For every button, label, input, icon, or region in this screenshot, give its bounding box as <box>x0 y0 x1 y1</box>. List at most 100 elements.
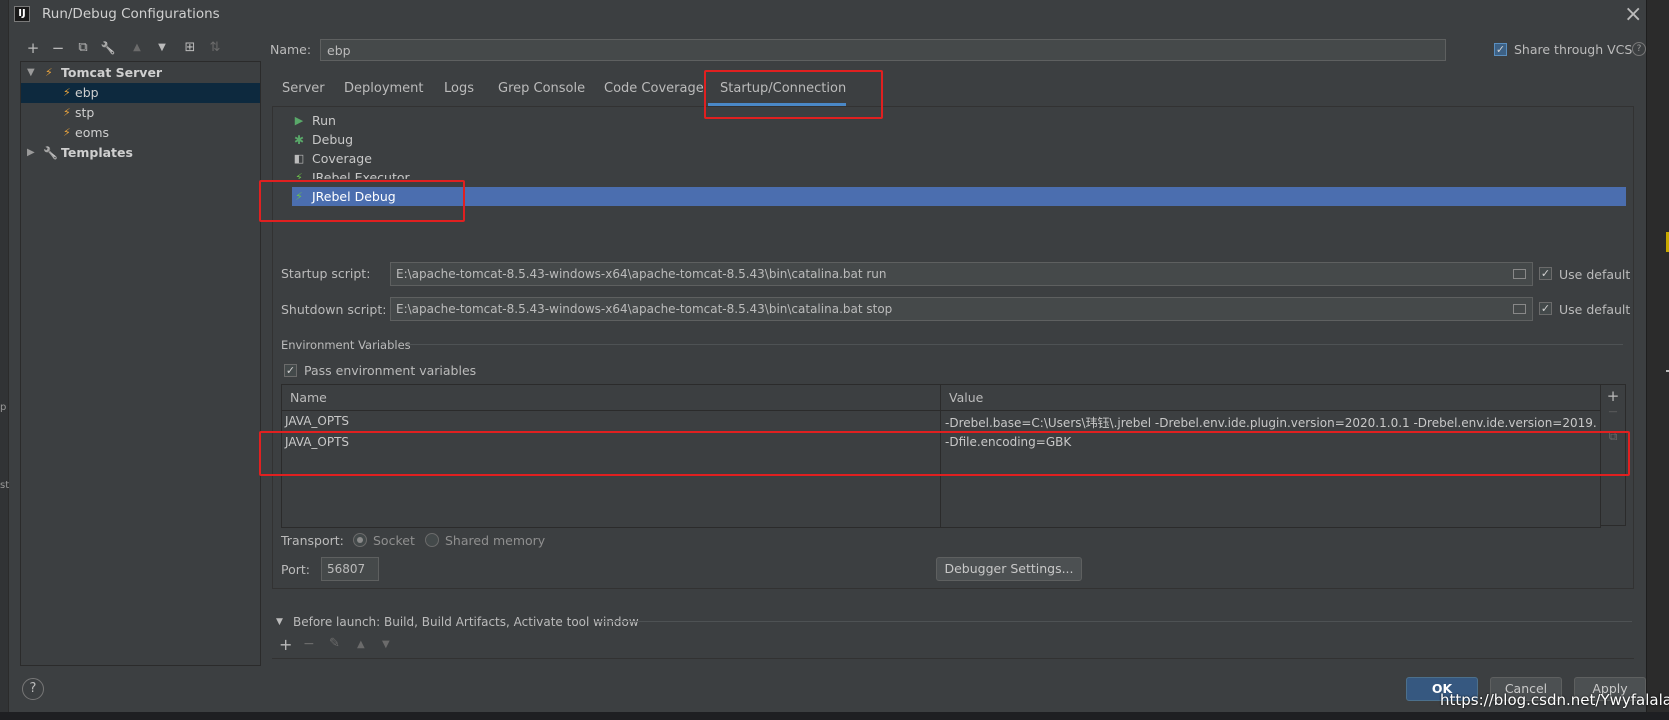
move-down-icon[interactable]: ▼ <box>153 38 171 58</box>
shutdown-script-field[interactable]: E:\apache-tomcat-8.5.43-windows-x64\apac… <box>390 297 1533 321</box>
share-vcs-label: Share through VCS <box>1514 42 1633 57</box>
executor-jrebel-debug[interactable]: ⚡ JRebel Debug <box>292 187 1626 206</box>
tree-group-label: Tomcat Server <box>61 65 163 80</box>
tomcat-icon: ⚡ <box>63 106 71 119</box>
annotation-box-tab <box>704 70 883 119</box>
tree-group-templates[interactable]: ▶ 🔧 Templates <box>21 143 260 163</box>
env-row-name[interactable]: JAVA_OPTS <box>285 414 349 428</box>
add-icon[interactable]: + <box>279 635 292 654</box>
tree-group-label: Templates <box>61 145 133 160</box>
annotation-box-env-row <box>259 431 1630 476</box>
background-editor-edge: p st <box>0 0 9 712</box>
section-divider <box>272 658 1634 659</box>
before-launch-label[interactable]: Before launch: Build, Build Artifacts, A… <box>293 615 639 629</box>
tree-item-eoms[interactable]: ⚡ eoms <box>21 123 260 143</box>
socket-label: Socket <box>373 533 415 548</box>
folder-icon[interactable] <box>1513 269 1526 279</box>
debugger-settings-button[interactable]: Debugger Settings... <box>936 557 1082 581</box>
tree-group-tomcat-server[interactable]: ▼ ⚡ Tomcat Server <box>21 63 260 83</box>
pass-env-label: Pass environment variables <box>304 363 477 378</box>
executor-coverage[interactable]: ◧ Coverage <box>292 149 1626 168</box>
tab-code-coverage[interactable]: Code Coverage <box>604 81 704 96</box>
tomcat-icon: ⚡ <box>45 66 53 79</box>
coverage-icon: ◧ <box>293 152 305 165</box>
executor-run[interactable]: ▶ Run <box>292 111 1626 130</box>
tree-item-ebp[interactable]: ⚡ ebp <box>21 83 260 103</box>
window-title: Run/Debug Configurations <box>42 6 220 22</box>
tree-item-label: ebp <box>75 85 99 100</box>
shared-memory-label: Shared memory <box>445 533 546 548</box>
copy-icon[interactable]: ⧉ <box>74 38 92 58</box>
sort-icon[interactable]: ⇅ <box>206 38 224 58</box>
add-icon[interactable]: + <box>1601 387 1625 405</box>
configurations-tree: ▼ ⚡ Tomcat Server ⚡ ebp ⚡ stp ⚡ eoms ▶ 🔧… <box>20 61 261 666</box>
wrench-icon[interactable]: 🔧 <box>99 38 117 58</box>
help-icon[interactable]: ? <box>1632 42 1646 56</box>
background-fragment: st <box>0 480 10 491</box>
socket-radio[interactable] <box>353 533 367 547</box>
move-down-icon[interactable]: ▼ <box>382 639 390 650</box>
tomcat-icon: ⚡ <box>63 126 71 139</box>
startup-script-field[interactable]: E:\apache-tomcat-8.5.43-windows-x64\apac… <box>390 262 1533 286</box>
new-folder-icon[interactable]: ⊞ <box>181 38 199 58</box>
background-editor-strip <box>1646 0 1669 720</box>
startup-use-default-checkbox[interactable]: ✓ <box>1539 267 1552 280</box>
shutdown-script-value: E:\apache-tomcat-8.5.43-windows-x64\apac… <box>396 302 893 316</box>
shutdown-use-default-checkbox[interactable]: ✓ <box>1539 302 1552 315</box>
startup-script-label: Startup script: <box>281 266 371 281</box>
tab-deployment[interactable]: Deployment <box>344 81 424 96</box>
executor-label: Coverage <box>312 151 372 166</box>
executor-debug[interactable]: ✱ Debug <box>292 130 1626 149</box>
tree-item-label: eoms <box>75 125 110 140</box>
section-divider <box>596 621 1632 622</box>
chevron-down-icon[interactable]: ▼ <box>276 617 283 627</box>
section-divider <box>407 344 1623 345</box>
tomcat-icon: ⚡ <box>63 86 71 99</box>
port-field[interactable]: 56807 <box>321 557 379 581</box>
port-label: Port: <box>281 562 310 577</box>
title-bar <box>8 0 1646 30</box>
chevron-down-icon[interactable]: ▼ <box>27 63 35 83</box>
name-field[interactable] <box>320 39 1446 61</box>
chevron-right-icon[interactable]: ▶ <box>27 143 35 163</box>
column-header-value[interactable]: Value <box>949 390 983 405</box>
tab-logs[interactable]: Logs <box>444 81 474 96</box>
remove-icon[interactable]: — <box>1601 407 1625 417</box>
executor-jrebel[interactable]: ⚡ JRebel Executor <box>292 168 1626 179</box>
help-button[interactable]: ? <box>22 678 44 700</box>
debug-icon: ✱ <box>293 133 305 147</box>
move-up-icon[interactable]: ▲ <box>128 38 146 58</box>
intellij-icon: IJ <box>14 6 30 22</box>
edit-icon[interactable]: ✎ <box>329 636 340 651</box>
tab-grep-console[interactable]: Grep Console <box>498 81 585 96</box>
background-fragment: p <box>0 402 7 413</box>
name-label: Name: <box>270 42 312 57</box>
env-row-value[interactable]: -Drebel.base=C:\Users\玮钰\.jrebel -Drebel… <box>945 414 1597 431</box>
tree-item-label: stp <box>75 105 95 120</box>
executor-label: JRebel Executor <box>312 170 410 179</box>
remove-icon[interactable]: − <box>303 636 315 652</box>
env-section-title: Environment Variables <box>281 338 411 352</box>
transport-label: Transport: <box>281 533 344 548</box>
annotation-box-executor <box>259 180 465 222</box>
background-taskbar-strip <box>0 712 1669 720</box>
pass-env-checkbox[interactable]: ✓ <box>284 364 297 377</box>
add-icon[interactable]: + <box>24 38 42 58</box>
jrebel-icon: ⚡ <box>295 171 303 179</box>
shutdown-script-label: Shutdown script: <box>281 302 387 317</box>
close-icon[interactable]: × <box>1624 2 1642 27</box>
share-vcs-checkbox[interactable]: ✓ <box>1494 43 1507 56</box>
column-header-name[interactable]: Name <box>290 390 327 405</box>
env-table-header: Name Value <box>282 385 1600 411</box>
move-up-icon[interactable]: ▲ <box>357 639 365 650</box>
folder-icon[interactable] <box>1513 304 1526 314</box>
remove-icon[interactable]: − <box>49 38 67 58</box>
tree-item-stp[interactable]: ⚡ stp <box>21 103 260 123</box>
shutdown-use-default-label: Use default <box>1559 302 1631 317</box>
executor-label: Debug <box>312 132 354 147</box>
tab-server[interactable]: Server <box>282 81 325 96</box>
executor-label: Run <box>312 113 336 128</box>
watermark-text: https://blog.csdn.net/Ywyfalala <box>1440 691 1669 709</box>
shared-memory-radio[interactable] <box>425 533 439 547</box>
startup-script-value: E:\apache-tomcat-8.5.43-windows-x64\apac… <box>396 267 887 281</box>
